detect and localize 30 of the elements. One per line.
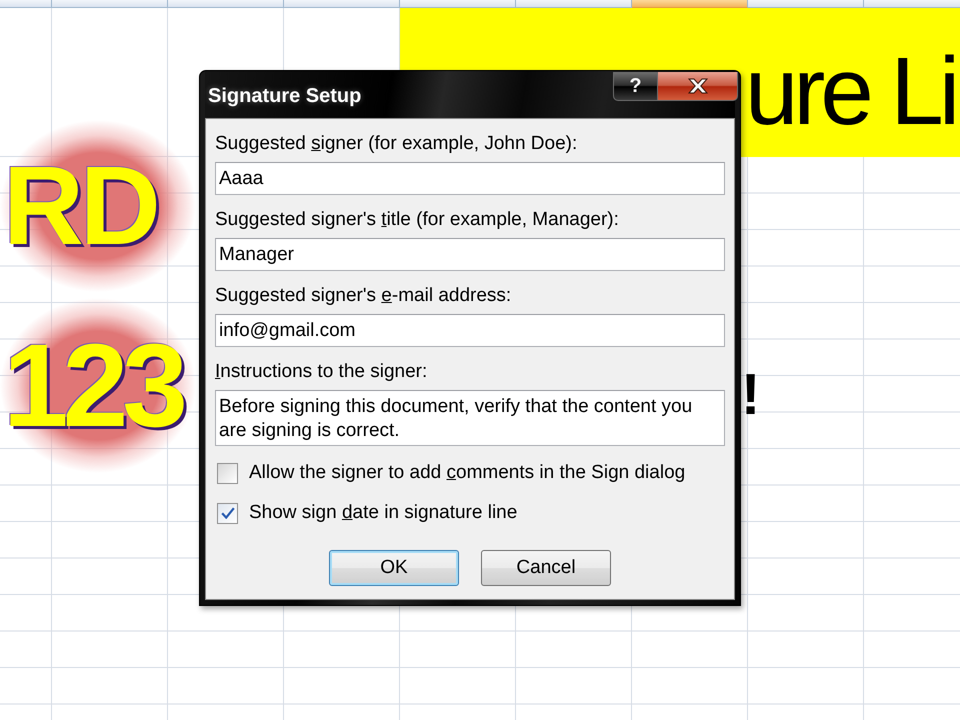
column-header[interactable]: [0, 0, 52, 8]
column-header[interactable]: [632, 0, 748, 8]
ok-button[interactable]: OK: [329, 550, 459, 586]
field-label: Instructions to the signer:: [215, 362, 428, 382]
cell-text: !: [741, 366, 760, 424]
help-button[interactable]: ?: [613, 72, 658, 101]
cell-text: ure Li: [745, 44, 956, 140]
check-icon: [220, 507, 234, 519]
column-header[interactable]: [748, 0, 864, 8]
text-field[interactable]: Manager: [215, 238, 725, 271]
checkbox-label[interactable]: Show sign date in signature line: [249, 503, 518, 523]
window-title: Signature Setup: [208, 85, 362, 108]
close-icon: [688, 78, 708, 94]
column-header[interactable]: [516, 0, 632, 8]
close-button[interactable]: [658, 72, 738, 101]
field-label: Suggested signer (for example, John Doe):: [215, 134, 578, 154]
checkbox[interactable]: [217, 502, 238, 524]
text-field[interactable]: Aaaa: [215, 162, 725, 195]
column-header[interactable]: [864, 0, 960, 8]
column-header[interactable]: [52, 0, 168, 8]
text-area[interactable]: Before signing this document, verify that the content you are signing is correct.: [215, 390, 725, 446]
cancel-button[interactable]: Cancel: [481, 550, 611, 586]
column-header[interactable]: [168, 0, 284, 8]
field-label: Suggested signer's title (for example, Manager):: [215, 210, 619, 230]
column-header[interactable]: [284, 0, 400, 8]
text-field[interactable]: info@gmail.com: [215, 314, 725, 347]
checkbox-label[interactable]: Allow the signer to add comments in the Sign dialog: [249, 463, 686, 483]
field-label: Suggested signer's e-mail address:: [215, 286, 512, 306]
checkbox[interactable]: [217, 462, 238, 484]
column-header[interactable]: [400, 0, 516, 8]
